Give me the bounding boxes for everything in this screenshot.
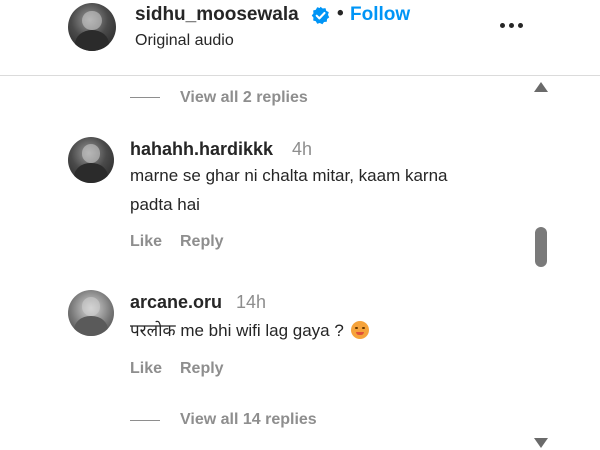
- reply-button[interactable]: Reply: [180, 360, 224, 378]
- replies-divider-line: [130, 97, 160, 98]
- scroll-down-arrow-icon[interactable]: [534, 438, 548, 448]
- commenter-avatar[interactable]: [68, 137, 114, 183]
- scrollbar[interactable]: [530, 80, 552, 450]
- avatar-torso: [74, 162, 108, 183]
- verified-badge-icon: [311, 6, 330, 25]
- audio-subtitle[interactable]: Original audio: [135, 32, 234, 50]
- comment-timestamp[interactable]: 4h: [292, 139, 312, 160]
- profile-avatar[interactable]: [68, 3, 116, 51]
- comment-text: परलोक me bhi wifi lag gaya ?: [130, 321, 344, 340]
- more-dot: [518, 23, 523, 28]
- commenter-avatar[interactable]: [68, 290, 114, 336]
- comment-text: marne se ghar ni chalta mitar, kaam karn…: [130, 166, 448, 214]
- avatar-head: [81, 144, 101, 163]
- avatar-torso: [74, 315, 108, 336]
- like-button[interactable]: Like: [130, 233, 162, 251]
- reply-button[interactable]: Reply: [180, 233, 224, 251]
- scrollbar-thumb[interactable]: [535, 227, 547, 267]
- avatar-head: [81, 297, 101, 316]
- follow-button[interactable]: Follow: [350, 4, 410, 26]
- avatar-head: [82, 10, 102, 30]
- comment-text-row: परलोक me bhi wifi lag gaya ?: [130, 316, 490, 345]
- header-separator: •: [337, 3, 344, 24]
- comment-timestamp[interactable]: 14h: [236, 292, 266, 313]
- replies-divider-line: [130, 420, 160, 421]
- more-dot: [500, 23, 505, 28]
- view-replies-button[interactable]: View all 2 replies: [180, 89, 308, 107]
- pensive-face-emoji: [350, 321, 369, 339]
- more-dot: [509, 23, 514, 28]
- comment-username[interactable]: arcane.oru: [130, 292, 222, 313]
- avatar-torso: [74, 29, 110, 51]
- more-options-icon[interactable]: [500, 22, 524, 30]
- comment-username[interactable]: hahahh.hardikkk: [130, 139, 273, 160]
- view-replies-button[interactable]: View all 14 replies: [180, 411, 317, 429]
- post-header: sidhu_moosewala • Follow Original audio: [0, 0, 600, 76]
- header-username[interactable]: sidhu_moosewala: [135, 4, 299, 26]
- like-button[interactable]: Like: [130, 360, 162, 378]
- scroll-up-arrow-icon[interactable]: [534, 82, 548, 92]
